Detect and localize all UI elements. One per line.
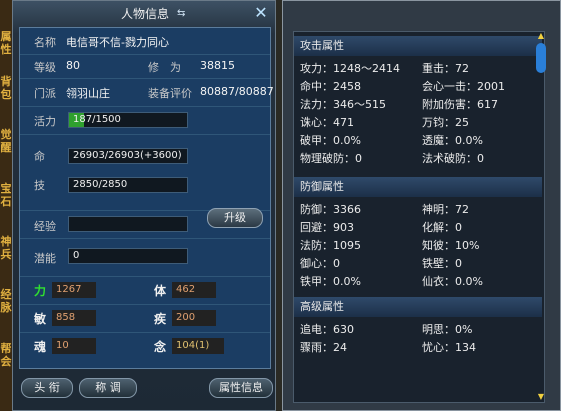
stats-row-3: 魂 10 念 104(1)	[20, 332, 270, 362]
advanced-stat-1-1: 忧心：134	[422, 341, 476, 354]
side-tab-2[interactable]: 觉醒	[0, 128, 12, 154]
panel-title: 人物信息	[120, 7, 169, 21]
side-tab-4[interactable]: 神兵	[0, 235, 12, 261]
name-value: 电信哥不信-戮力同心	[66, 36, 169, 49]
mind-value: 104(1)	[172, 338, 224, 354]
faction-label: 门派	[34, 87, 56, 100]
scrollbar-thumb[interactable]	[536, 43, 546, 73]
close-icon[interactable]: ✕	[253, 5, 269, 21]
equip-value: 80887/80887	[200, 85, 274, 98]
name-row: 名称 电信哥不信-戮力同心	[20, 28, 270, 55]
attack-stat-0-0: 攻力：1248～2414	[300, 62, 400, 75]
defense-stat-3-0: 御心：0	[300, 257, 340, 270]
attack-stat-1-0: 命中：2458	[300, 80, 361, 93]
soul-label: 魂	[34, 340, 47, 354]
switch-icon[interactable]: ⇆	[177, 8, 185, 19]
mind-label: 念	[154, 340, 167, 354]
attribute-list: 攻击属性 攻力：1248～2414 重击：72 命中：2458 会心一击：2001 法力…	[293, 31, 545, 403]
attribute-detail-panel: 攻击属性 攻力：1248～2414 重击：72 命中：2458 会心一击：2001 法力…	[282, 0, 561, 411]
defense-stat-4-1: 仙衣：0.0%	[422, 275, 483, 288]
advanced-header: 高级属性	[294, 297, 542, 317]
spd-value: 200	[172, 310, 216, 326]
name-label: 名称	[34, 36, 56, 49]
nickname-button[interactable]: 称 调	[79, 378, 137, 398]
info-body: 名称 电信哥不信-戮力同心 等级 80 修 为 38815 门派 翎羽山庄 装备…	[19, 27, 274, 369]
side-tab-6[interactable]: 帮会	[0, 342, 12, 368]
attack-stat-3-0: 诛心：471	[300, 116, 354, 129]
scroll-up-arrow-icon[interactable]: ▲	[535, 31, 547, 40]
vitality-value: 187/1500	[73, 114, 121, 125]
faction-value: 翎羽山庄	[66, 87, 110, 100]
side-tab-strip: 属性 背包 觉醒 宝石 神兵 经脉 帮会	[0, 0, 12, 411]
str-value: 1267	[52, 282, 96, 298]
defense-stat-2-0: 法防：1095	[300, 239, 361, 252]
advanced-stat-1-0: 骤雨：24	[300, 341, 347, 354]
defense-stat-1-1: 化解：0	[422, 221, 462, 234]
hp-label: 命	[34, 150, 45, 163]
faction-row: 门派 翎羽山庄 装备评价 80887/80887	[20, 78, 274, 107]
defense-stat-1-0: 回避：903	[300, 221, 354, 234]
side-tab-3[interactable]: 宝石	[0, 182, 12, 208]
stats-row-1: 力 1267 体 462	[20, 276, 270, 305]
defense-header: 防御属性	[294, 177, 542, 197]
attack-header: 攻击属性	[294, 36, 542, 56]
potential-box: 0	[68, 248, 188, 264]
stats-row-2: 敏 858 疾 200	[20, 304, 270, 333]
vitality-bar: 187/1500	[68, 112, 188, 128]
attack-stat-5-0: 物理破防：0	[300, 152, 362, 165]
side-tab-5[interactable]: 经脉	[0, 288, 12, 314]
level-label: 等级	[34, 61, 56, 74]
scroll-down-arrow-icon[interactable]: ▼	[535, 392, 547, 401]
attack-stat-4-0: 破甲：0.0%	[300, 134, 361, 147]
attribute-info-button[interactable]: 属性信息	[209, 378, 273, 398]
cultivation-value: 38815	[200, 59, 235, 72]
exp-box	[68, 216, 188, 232]
defense-stat-3-1: 铁壁：0	[422, 257, 462, 270]
str-label: 力	[34, 284, 47, 298]
upgrade-button[interactable]: 升级	[207, 208, 263, 228]
side-tab-1[interactable]: 背包	[0, 75, 12, 101]
attack-stat-3-1: 万钧：25	[422, 116, 469, 129]
equip-label: 装备评价	[148, 87, 192, 100]
potential-row: 潜能 0	[20, 238, 270, 277]
phy-label: 体	[154, 284, 167, 298]
side-tab-0[interactable]: 属性	[0, 30, 12, 56]
attack-stat-0-1: 重击：72	[422, 62, 469, 75]
attack-stat-4-1: 透魔：0.0%	[422, 134, 483, 147]
attack-stat-5-1: 法术破防：0	[422, 152, 484, 165]
potential-label: 潜能	[34, 252, 56, 265]
attack-stat-2-0: 法力：346～515	[300, 98, 386, 111]
vitality-row: 活力 187/1500	[20, 106, 270, 135]
phy-value: 462	[172, 282, 216, 298]
defense-stat-2-1: 知彼：10%	[422, 239, 480, 252]
advanced-stat-0-0: 追电：630	[300, 323, 354, 336]
mp-label: 技	[34, 179, 45, 192]
level-row: 等级 80 修 为 38815	[20, 54, 270, 79]
defense-stat-4-0: 铁甲：0.0%	[300, 275, 361, 288]
soul-value: 10	[52, 338, 96, 354]
level-value: 80	[66, 59, 80, 72]
cultivation-label: 修 为	[148, 61, 181, 74]
defense-stat-0-0: 防御：3366	[300, 203, 361, 216]
spd-label: 疾	[154, 312, 167, 326]
advanced-stat-0-1: 明思：0%	[422, 323, 473, 336]
title-button[interactable]: 头 衔	[21, 378, 73, 398]
exp-label: 经验	[34, 220, 56, 233]
scrollbar[interactable]: ▲ ▼	[535, 31, 547, 401]
character-info-panel: 人物信息 ⇆ ✕ 名称 电信哥不信-戮力同心 等级 80 修 为 38815 门…	[12, 0, 276, 411]
hp-mp-row: 命 26903/26903(+3600) 技 2850/2850	[20, 134, 270, 211]
vitality-label: 活力	[34, 115, 56, 128]
mp-box: 2850/2850	[68, 177, 188, 193]
agi-label: 敏	[34, 312, 47, 326]
attack-stat-1-1: 会心一击：2001	[422, 80, 505, 93]
attack-stat-2-1: 附加伤害：617	[422, 98, 498, 111]
defense-stat-0-1: 神明：72	[422, 203, 469, 216]
agi-value: 858	[52, 310, 96, 326]
hp-box: 26903/26903(+3600)	[68, 148, 188, 164]
